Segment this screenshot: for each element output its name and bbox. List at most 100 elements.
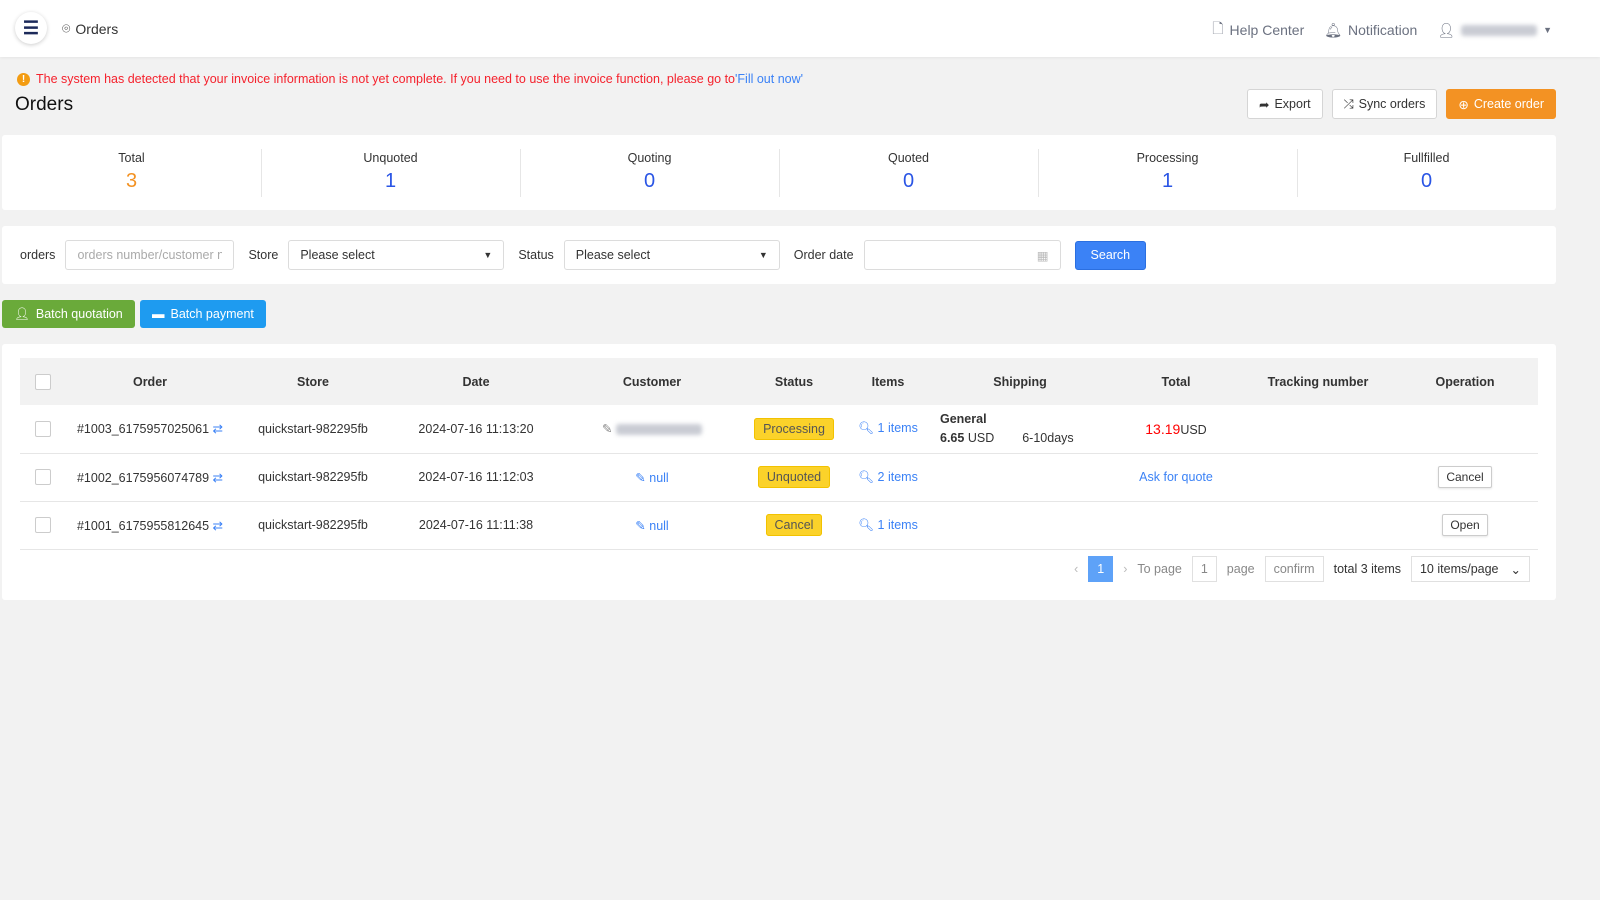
total-items: total 3 items: [1333, 562, 1401, 576]
menu-icon[interactable]: ☰: [15, 12, 47, 44]
col-store: Store: [234, 358, 392, 405]
create-order-button[interactable]: ⊕ Create order: [1446, 89, 1556, 119]
batch-payment-button[interactable]: ▬ Batch payment: [140, 300, 266, 328]
col-customer: Customer: [560, 358, 744, 405]
chevron-down-icon: ⌄: [1510, 562, 1521, 577]
page-label: page: [1226, 562, 1255, 576]
order-number: #1003_6175957025061: [76, 422, 210, 437]
order-date: 2024-07-16 11:11:38: [392, 501, 560, 550]
notification-link[interactable]: 🔔︎ Notification: [1324, 22, 1417, 39]
cancel-order-button[interactable]: Cancel: [1438, 466, 1492, 488]
customer-name-blurred: [615, 424, 702, 436]
sync-orders-button[interactable]: ⤮ Sync orders: [1331, 89, 1438, 119]
open-order-button[interactable]: Open: [1442, 514, 1488, 536]
order-date: 2024-07-16 11:13:20: [392, 405, 560, 454]
prev-page-icon[interactable]: ‹: [1074, 562, 1078, 576]
page-title: Orders: [15, 94, 74, 115]
document-icon: 🗋: [1212, 20, 1224, 36]
help-center-link[interactable]: 🗋 Help Center: [1212, 18, 1304, 42]
filter-bar: orders Store Please select▼ Status Pleas…: [2, 226, 1556, 284]
next-page-icon[interactable]: ›: [1123, 562, 1127, 576]
status-badge: Processing: [754, 417, 834, 440]
store-name: quickstart-982295fb: [234, 453, 392, 502]
swap-icon[interactable]: ⇄: [213, 519, 223, 533]
edit-icon: ✎: [635, 470, 646, 485]
page-1-button[interactable]: 1: [1088, 556, 1114, 582]
orders-table-card: Order Store Date Customer Status Items S…: [2, 344, 1556, 600]
user-menu[interactable]: 👤︎ ▼: [1437, 22, 1552, 39]
search-icon: 🔍︎: [858, 469, 875, 484]
page-size-select[interactable]: 10 items/page ⌄: [1410, 556, 1530, 582]
caret-down-icon: ▼: [758, 250, 768, 260]
status-badge: Unquoted: [757, 466, 831, 488]
breadcrumb: ⌾ Orders: [62, 20, 119, 37]
credit-card-icon: ▬: [152, 307, 165, 321]
operation: [1392, 405, 1538, 454]
stat-total[interactable]: Total 3: [2, 135, 261, 210]
order-date-label: Order date: [793, 248, 854, 262]
customer-edit-link[interactable]: ✎ null: [560, 501, 744, 550]
warning-icon: !: [17, 72, 30, 86]
stat-unquoted[interactable]: Unquoted 1: [261, 135, 520, 210]
batch-quotation-button[interactable]: 👤︎ Batch quotation: [2, 300, 135, 328]
status-select[interactable]: Please select ▼: [563, 240, 780, 270]
search-button[interactable]: Search: [1074, 240, 1147, 270]
calendar-icon: ▦: [1036, 248, 1049, 263]
table-header: Order Store Date Customer Status Items S…: [20, 358, 1538, 405]
order-number: #1001_6175955812645: [76, 518, 210, 533]
col-operation: Operation: [1392, 358, 1538, 405]
status-badge: Cancel: [765, 514, 823, 536]
select-all-checkbox[interactable]: [35, 373, 51, 390]
order-total: 13.19USD: [1108, 405, 1244, 454]
store-name: quickstart-982295fb: [234, 501, 392, 550]
confirm-page-button[interactable]: confirm: [1264, 556, 1324, 582]
user-hand-icon: 👤︎: [14, 306, 30, 321]
stat-quoted[interactable]: Quoted 0: [779, 135, 1038, 210]
location-pin-icon: ⌾: [62, 20, 71, 36]
order-date-picker[interactable]: ▦: [863, 240, 1061, 270]
col-tracking: Tracking number: [1244, 358, 1392, 405]
bell-icon: 🔔︎: [1324, 21, 1343, 38]
row-checkbox[interactable]: [35, 469, 51, 485]
share-icon: ➦: [1258, 97, 1270, 112]
stat-fulfilled[interactable]: Fullfilled 0: [1297, 135, 1556, 210]
invoice-alert: ! The system has detected that your invoi…: [17, 72, 803, 86]
stat-quoting[interactable]: Quoting 0: [520, 135, 779, 210]
col-date: Date: [392, 358, 560, 405]
to-page-label: To page: [1137, 562, 1182, 576]
top-header: ☰ ⌾ Orders 🗋 Help Center 🔔︎ Notification 👤︎…: [0, 0, 1600, 57]
swap-icon[interactable]: ⇄: [213, 422, 223, 436]
status-label: Status: [518, 248, 554, 262]
col-status: Status: [744, 358, 844, 405]
fill-out-now-link[interactable]: 'Fill out now': [735, 72, 803, 86]
col-items: Items: [844, 358, 932, 405]
search-icon: 🔍︎: [858, 517, 875, 532]
page-number-input[interactable]: 1: [1191, 556, 1217, 582]
row-checkbox[interactable]: [35, 517, 51, 533]
store-select[interactable]: Please select ▼: [288, 240, 505, 270]
row-checkbox[interactable]: [35, 420, 51, 437]
table-row: #1001_6175955812645 ⇄ quickstart-982295f…: [20, 501, 1538, 550]
caret-down-icon: ▼: [1543, 25, 1552, 35]
items-link[interactable]: 🔍︎ 1 items: [844, 405, 932, 454]
store-name: quickstart-982295fb: [234, 405, 392, 454]
search-icon: 🔍︎: [858, 421, 875, 436]
tracking-number: [1244, 405, 1392, 454]
export-button[interactable]: ➦ Export: [1246, 89, 1323, 119]
items-link[interactable]: 🔍︎ 1 items: [844, 501, 932, 550]
plus-circle-icon: ⊕: [1458, 97, 1469, 112]
edit-icon: ✎: [635, 518, 646, 533]
swap-icon[interactable]: ⇄: [213, 471, 223, 485]
edit-icon[interactable]: ✎: [602, 422, 612, 436]
shipping-info: General 6.65 USD 6-10days: [932, 405, 1108, 454]
items-link[interactable]: 🔍︎ 2 items: [844, 453, 932, 502]
stat-processing[interactable]: Processing 1: [1038, 135, 1297, 210]
customer-edit-link[interactable]: ✎ null: [560, 453, 744, 502]
orders-search-input[interactable]: [65, 240, 235, 270]
col-total: Total: [1108, 358, 1244, 405]
ask-for-quote-link[interactable]: Ask for quote: [1108, 453, 1244, 502]
store-label: Store: [248, 248, 279, 262]
shuffle-icon: ⤮: [1343, 96, 1354, 111]
order-stats: Total 3 Unquoted 1 Quoting 0 Quoted 0 Proces…: [2, 135, 1556, 210]
col-shipping: Shipping: [932, 358, 1108, 405]
